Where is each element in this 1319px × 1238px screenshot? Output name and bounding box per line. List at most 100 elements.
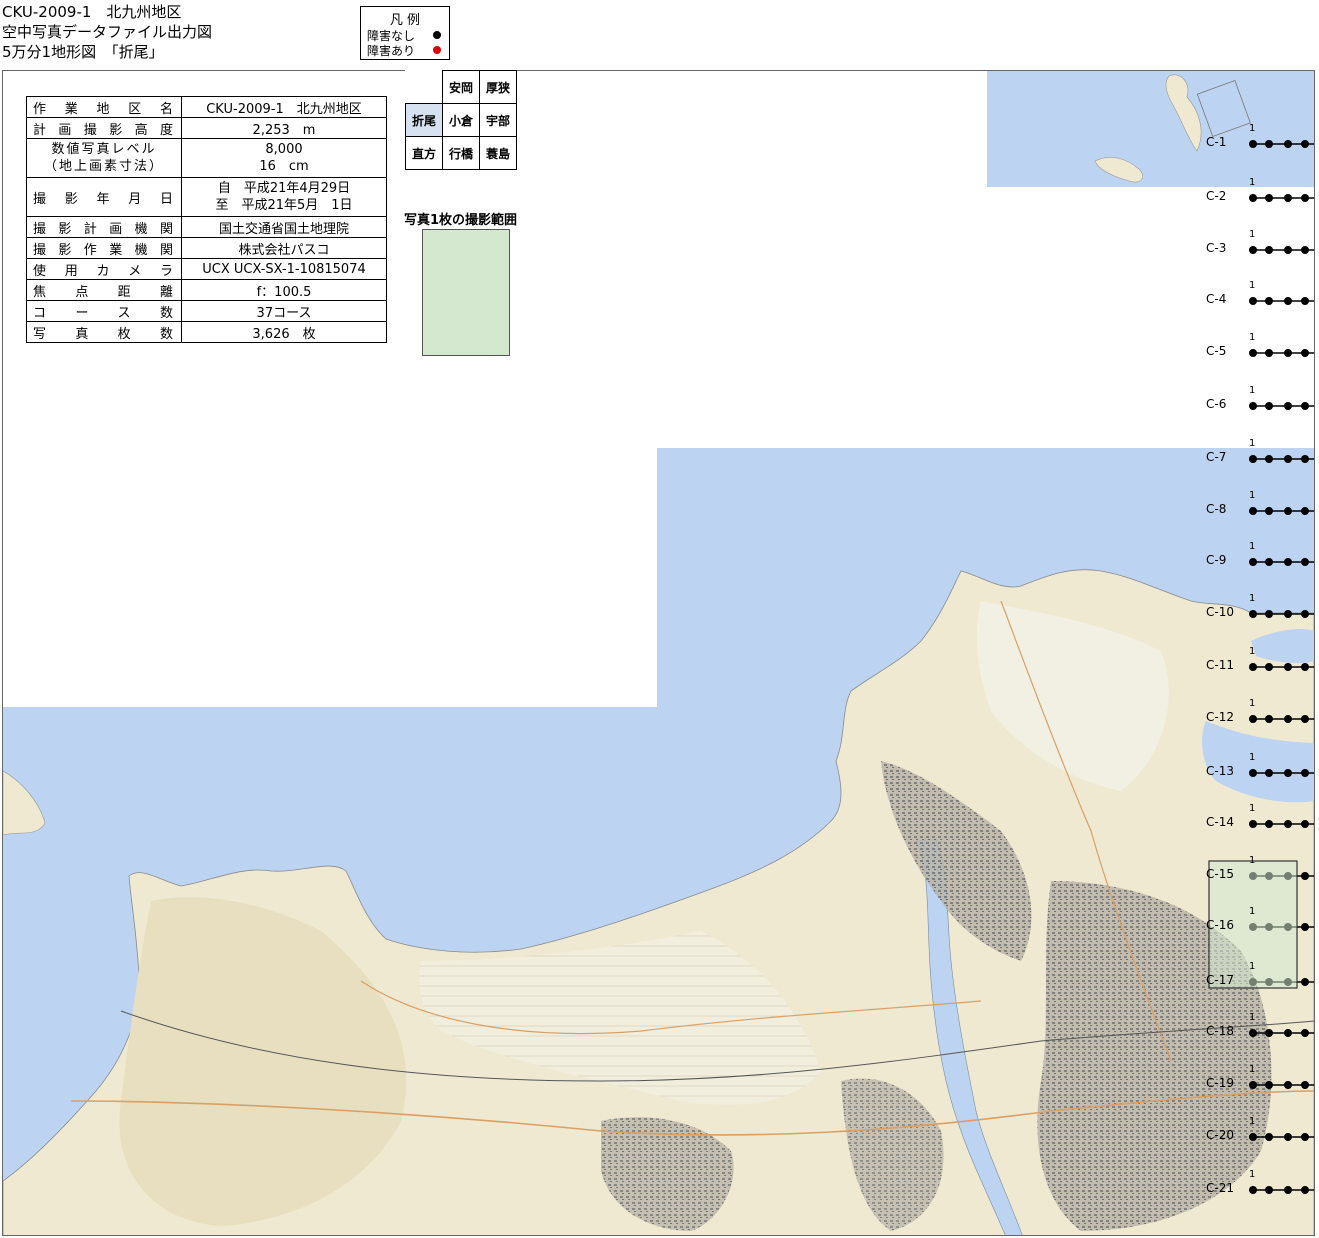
photo-point[interactable] (1301, 820, 1309, 828)
photo-point[interactable] (1249, 349, 1257, 357)
photo-point[interactable] (1249, 1186, 1257, 1194)
photo-point[interactable] (1301, 558, 1309, 566)
photo-point[interactable] (1301, 663, 1309, 671)
photo-point[interactable] (1249, 663, 1257, 671)
photo-point[interactable] (1249, 194, 1257, 202)
photo-point[interactable] (1301, 1133, 1309, 1141)
photo-point[interactable] (1265, 297, 1273, 305)
photo-point[interactable] (1265, 349, 1273, 357)
photo-point[interactable] (1249, 820, 1257, 828)
course-start-number: 1 (1249, 490, 1256, 501)
course-label: C-20 (1206, 1128, 1234, 1142)
photo-point[interactable] (1249, 140, 1257, 148)
photo-point[interactable] (1265, 663, 1273, 671)
info-key-line: 数値写真レベル (51, 142, 157, 157)
photo-point[interactable] (1249, 1081, 1257, 1089)
photo-point[interactable] (1284, 715, 1292, 723)
photo-point[interactable] (1249, 455, 1257, 463)
photo-point[interactable] (1284, 558, 1292, 566)
photo-point[interactable] (1265, 246, 1273, 254)
photo-point[interactable] (1265, 1081, 1273, 1089)
photo-point[interactable] (1249, 297, 1257, 305)
photo-point[interactable] (1284, 455, 1292, 463)
photo-point[interactable] (1249, 715, 1257, 723)
photo-point[interactable] (1301, 610, 1309, 618)
photo-point[interactable] (1249, 558, 1257, 566)
photo-point[interactable] (1284, 820, 1292, 828)
photo-point[interactable] (1284, 1186, 1292, 1194)
photo-point[interactable] (1249, 507, 1257, 515)
photo-point[interactable] (1265, 558, 1273, 566)
photo-point[interactable] (1265, 507, 1273, 515)
photo-point[interactable] (1249, 1029, 1257, 1037)
photo-point[interactable] (1284, 1029, 1292, 1037)
photo-point[interactable] (1284, 349, 1292, 357)
photo-point[interactable] (1284, 194, 1292, 202)
index-cell-orio-current[interactable]: 折尾 (405, 103, 443, 137)
course-label: C-8 (1206, 502, 1227, 516)
info-key: 数値写真レベル （地上画素寸法） (26, 138, 182, 178)
photo-point[interactable] (1265, 1133, 1273, 1141)
photo-point[interactable] (1301, 297, 1309, 305)
photo-point[interactable] (1249, 610, 1257, 618)
photo-point[interactable] (1284, 769, 1292, 777)
photo-point[interactable] (1284, 246, 1292, 254)
photo-point[interactable] (1265, 820, 1273, 828)
info-key: 作業地区名 (26, 96, 182, 118)
photo-point[interactable] (1284, 1081, 1292, 1089)
photo-point[interactable] (1284, 402, 1292, 410)
index-cell-nogata[interactable]: 直方 (405, 136, 443, 170)
photo-point[interactable] (1249, 769, 1257, 777)
info-value: 3,626 枚 (181, 321, 387, 343)
photo-point[interactable] (1301, 402, 1309, 410)
photo-point[interactable] (1301, 140, 1309, 148)
photo-point[interactable] (1284, 140, 1292, 148)
course-label: C-14 (1206, 815, 1234, 829)
photo-point[interactable] (1265, 140, 1273, 148)
photo-point[interactable] (1301, 978, 1309, 986)
photo-point[interactable] (1301, 1029, 1309, 1037)
photo-point[interactable] (1284, 507, 1292, 515)
photo-point[interactable] (1265, 610, 1273, 618)
photo-point[interactable] (1301, 872, 1309, 880)
photo-point[interactable] (1265, 1029, 1273, 1037)
photo-point[interactable] (1265, 402, 1273, 410)
index-cell-yasuoka[interactable]: 安岡 (442, 70, 480, 104)
photo-point[interactable] (1284, 663, 1292, 671)
index-cell-minoshima[interactable]: 蓑島 (479, 136, 517, 170)
legend: 凡 例 障害なし 障害あり (360, 6, 450, 60)
photo-point[interactable] (1301, 769, 1309, 777)
photo-point[interactable] (1284, 610, 1292, 618)
index-cell-kokura[interactable]: 小倉 (442, 103, 480, 137)
photo-point[interactable] (1301, 194, 1309, 202)
photo-point[interactable] (1265, 1186, 1273, 1194)
photo-point[interactable] (1265, 769, 1273, 777)
photo-point[interactable] (1249, 402, 1257, 410)
photo-point[interactable] (1265, 455, 1273, 463)
info-row: コース数 37コース (26, 300, 387, 322)
photo-point[interactable] (1301, 507, 1309, 515)
index-cell-asa[interactable]: 厚狭 (479, 70, 517, 104)
info-value: f：100.5 (181, 279, 387, 301)
photo-point[interactable] (1249, 1133, 1257, 1141)
photo-point[interactable] (1284, 297, 1292, 305)
photo-point[interactable] (1265, 194, 1273, 202)
photo-point[interactable] (1301, 246, 1309, 254)
course-label: C-3 (1206, 241, 1227, 255)
photo-point[interactable] (1265, 715, 1273, 723)
photo-point[interactable] (1284, 1133, 1292, 1141)
course-label: C-15 (1206, 867, 1234, 881)
course-label: C-11 (1206, 658, 1234, 672)
photo-point[interactable] (1301, 349, 1309, 357)
photo-point[interactable] (1301, 1081, 1309, 1089)
info-key: 使用カメラ (26, 258, 182, 280)
info-row: 撮影計画機関 国土交通省国土地理院 (26, 216, 387, 238)
photo-point[interactable] (1301, 715, 1309, 723)
info-value: 国土交通省国土地理院 (181, 216, 387, 238)
index-cell-yukuhashi[interactable]: 行橋 (442, 136, 480, 170)
photo-point[interactable] (1249, 246, 1257, 254)
photo-point[interactable] (1301, 455, 1309, 463)
index-cell-ube[interactable]: 宇部 (479, 103, 517, 137)
photo-point[interactable] (1301, 923, 1309, 931)
photo-point[interactable] (1301, 1186, 1309, 1194)
